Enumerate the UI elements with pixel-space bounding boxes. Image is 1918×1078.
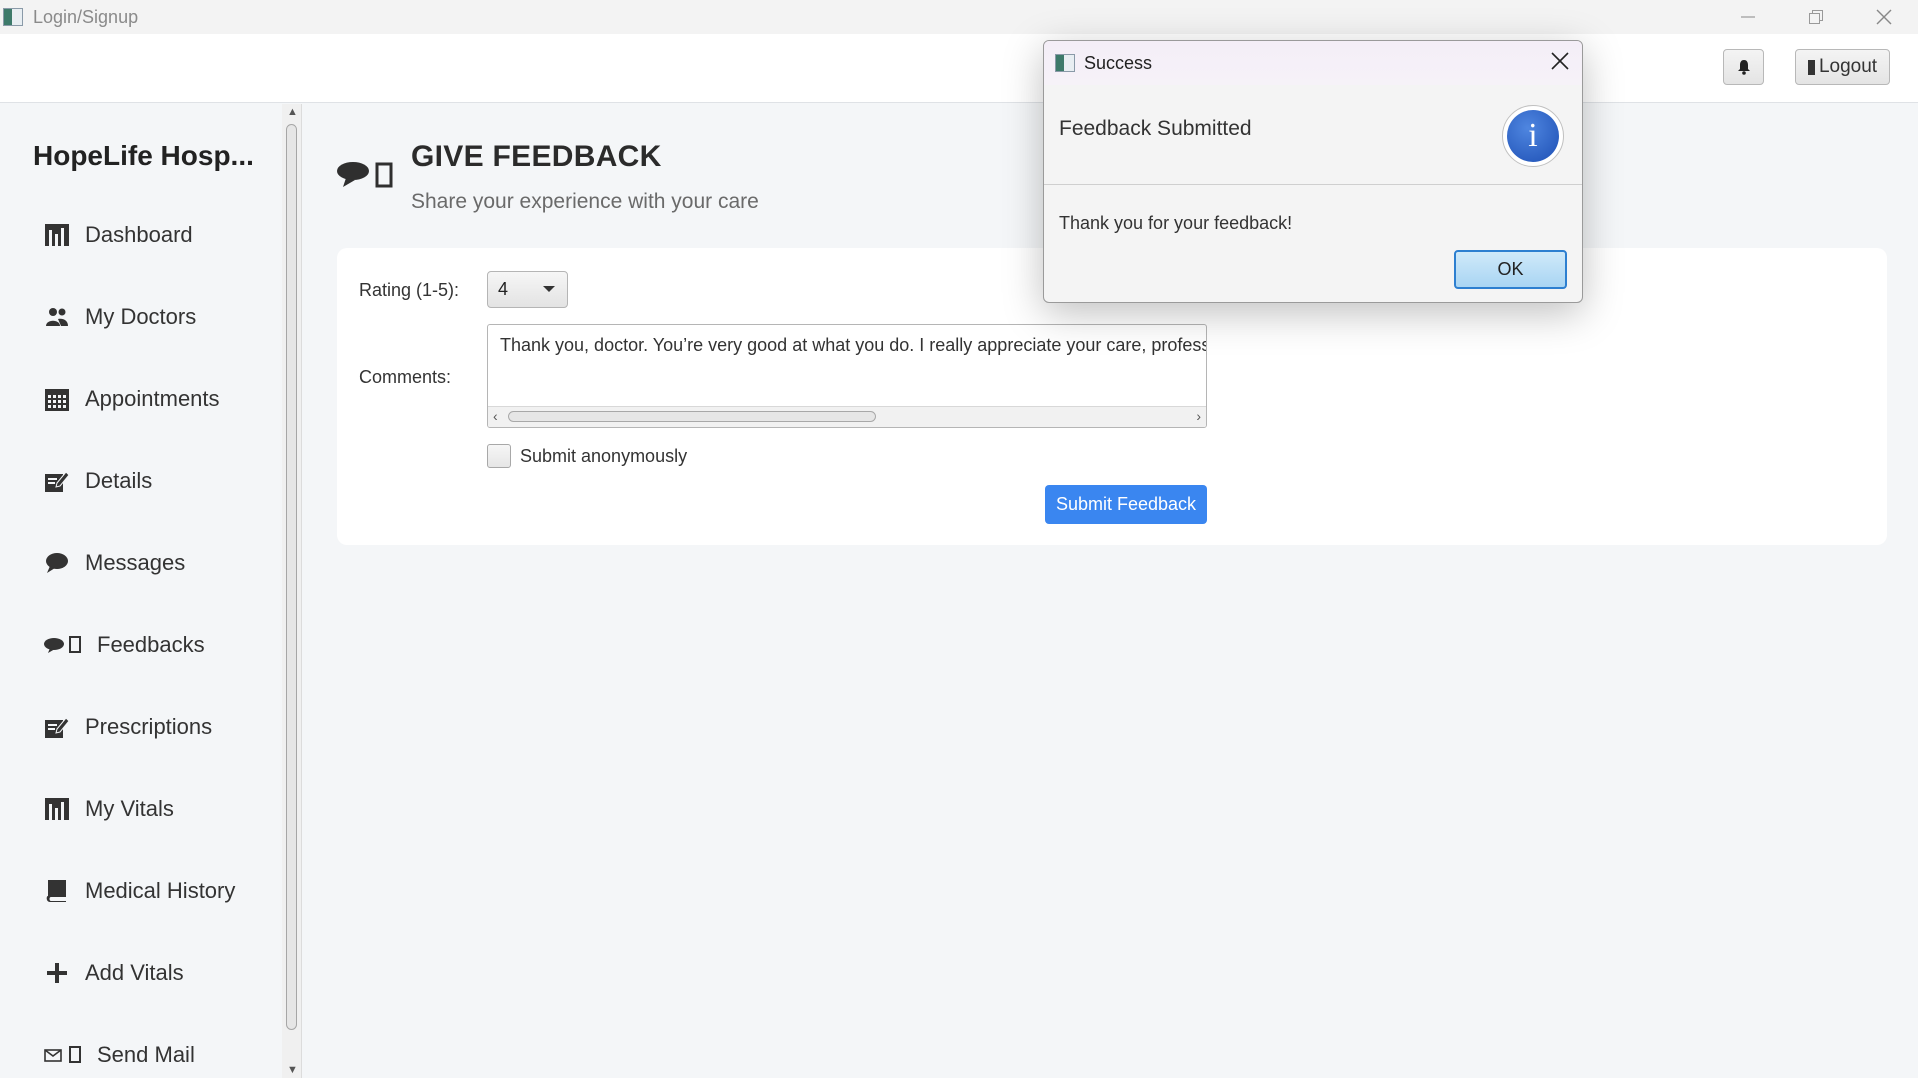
rating-select[interactable]: 4 bbox=[487, 271, 568, 308]
rating-label: Rating (1-5): bbox=[359, 280, 460, 300]
logout-icon bbox=[1807, 59, 1815, 75]
comments-textarea[interactable]: Thank you, doctor. You’re very good at w… bbox=[487, 324, 1207, 428]
sidebar-item-label: Details bbox=[85, 468, 153, 493]
dialog-title: Success bbox=[1084, 52, 1153, 73]
anonymous-checkbox-label[interactable]: Submit anonymously bbox=[520, 446, 687, 467]
sidebar-item-label: Send Mail bbox=[97, 1042, 195, 1067]
page-title: GIVE FEEDBACK bbox=[411, 140, 662, 173]
comments-horizontal-scrollbar[interactable]: ‹ › bbox=[488, 406, 1206, 427]
sidebar-item-feedbacks[interactable]: Feedbacks bbox=[44, 625, 205, 665]
sidebar-item-add-vitals[interactable]: Add Vitals bbox=[44, 953, 184, 993]
sidebar-item-send-mail[interactable]: Send Mail bbox=[44, 1035, 195, 1075]
success-dialog: Success Feedback Submitted i Thank you f… bbox=[1043, 40, 1583, 303]
submit-feedback-button[interactable]: Submit Feedback bbox=[1045, 485, 1207, 524]
sidebar-item-label: Medical History bbox=[85, 878, 236, 903]
edit-icon bbox=[44, 714, 70, 740]
sidebar-item-prescriptions[interactable]: Prescriptions bbox=[44, 707, 212, 747]
scrollbar-thumb[interactable] bbox=[286, 124, 297, 1030]
feedback-icon bbox=[337, 159, 395, 194]
sidebar-item-medical-history[interactable]: Medical History bbox=[44, 871, 235, 911]
bar-chart-icon bbox=[44, 796, 70, 822]
restore-icon bbox=[1809, 10, 1823, 24]
sidebar-item-label: My Vitals bbox=[85, 796, 174, 821]
dialog-header: Feedback Submitted i bbox=[1044, 85, 1582, 185]
chat-bubble-icon bbox=[44, 550, 70, 576]
mail-icon bbox=[44, 1042, 82, 1068]
close-icon bbox=[1876, 9, 1892, 25]
edit-icon bbox=[44, 468, 70, 494]
minimize-button[interactable] bbox=[1714, 0, 1782, 34]
feedback-icon bbox=[44, 632, 82, 658]
dialog-header-text: Feedback Submitted bbox=[1059, 117, 1252, 140]
restore-button[interactable] bbox=[1782, 0, 1850, 34]
sidebar-scrollbar[interactable]: ▲ ▼ bbox=[282, 104, 302, 1078]
calendar-icon bbox=[44, 386, 70, 412]
users-icon bbox=[44, 304, 70, 330]
ok-button[interactable]: OK bbox=[1454, 250, 1567, 289]
info-icon-letter: i bbox=[1507, 110, 1559, 162]
window-titlebar: Login/Signup bbox=[0, 0, 1918, 34]
sidebar-item-label: Add Vitals bbox=[85, 960, 184, 985]
sidebar-item-messages[interactable]: Messages bbox=[44, 543, 185, 583]
dialog-message: Thank you for your feedback! bbox=[1059, 213, 1293, 233]
horizontal-scrollbar-thumb[interactable] bbox=[508, 411, 876, 422]
brand-title: HopeLife Hosp... bbox=[33, 140, 254, 171]
app-icon bbox=[3, 8, 23, 26]
book-icon bbox=[44, 878, 70, 904]
sidebar: HopeLife Hosp... Dashboard My Doctors Ap… bbox=[0, 104, 283, 1078]
sidebar-item-label: Messages bbox=[85, 550, 186, 575]
chevron-down-icon bbox=[543, 286, 555, 292]
sidebar-item-details[interactable]: Details bbox=[44, 461, 152, 501]
plus-icon bbox=[44, 960, 70, 986]
app-icon bbox=[1055, 54, 1075, 72]
window-controls bbox=[1714, 0, 1918, 34]
scroll-down-arrow-icon[interactable]: ▼ bbox=[287, 1064, 298, 1076]
sidebar-item-my-vitals[interactable]: My Vitals bbox=[44, 789, 174, 829]
logout-label: Logout bbox=[1818, 56, 1878, 77]
comments-label: Comments: bbox=[359, 367, 452, 387]
bell-icon bbox=[1737, 60, 1750, 75]
notifications-button[interactable] bbox=[1723, 49, 1764, 85]
page-subtitle: Share your experience with your care bbox=[411, 190, 759, 213]
dialog-titlebar: Success bbox=[1044, 41, 1582, 85]
close-icon bbox=[1551, 52, 1569, 70]
comments-text: Thank you, doctor. You’re very good at w… bbox=[500, 335, 1207, 355]
sidebar-item-my-doctors[interactable]: My Doctors bbox=[44, 297, 196, 337]
scroll-left-arrow-icon[interactable]: ‹ bbox=[493, 408, 498, 424]
sidebar-item-label: My Doctors bbox=[85, 304, 197, 329]
sidebar-item-label: Appointments bbox=[85, 386, 220, 411]
info-icon: i bbox=[1502, 105, 1564, 167]
anonymous-checkbox[interactable] bbox=[487, 444, 511, 468]
sidebar-item-appointments[interactable]: Appointments bbox=[44, 379, 220, 419]
sidebar-item-label: Prescriptions bbox=[85, 714, 213, 739]
rating-value: 4 bbox=[498, 279, 509, 299]
close-window-button[interactable] bbox=[1850, 0, 1918, 34]
sidebar-item-dashboard[interactable]: Dashboard bbox=[44, 215, 193, 255]
sidebar-item-label: Dashboard bbox=[85, 222, 193, 247]
window-title: Login/Signup bbox=[33, 6, 139, 27]
minimize-icon bbox=[1741, 16, 1755, 18]
dialog-close-button[interactable] bbox=[1550, 51, 1570, 76]
logout-button[interactable]: Logout bbox=[1795, 49, 1890, 85]
scroll-right-arrow-icon[interactable]: › bbox=[1196, 408, 1201, 424]
bar-chart-icon bbox=[44, 222, 70, 248]
scroll-up-arrow-icon[interactable]: ▲ bbox=[287, 106, 298, 118]
sidebar-item-label: Feedbacks bbox=[97, 632, 205, 657]
top-bar: Logout bbox=[0, 34, 1918, 103]
